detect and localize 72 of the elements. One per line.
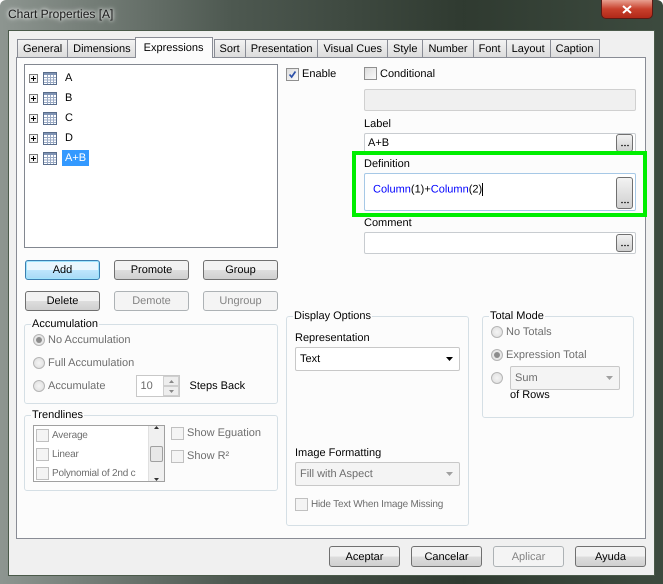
expand-icon[interactable] [29, 134, 38, 142]
tab[interactable]: Dimensions [67, 39, 137, 57]
table-icon [43, 112, 57, 124]
comment-field[interactable] [364, 232, 636, 254]
action-button[interactable]: Add [25, 260, 100, 280]
tab[interactable]: Font [472, 39, 507, 57]
field-label: Comment [364, 217, 413, 230]
table-icon [43, 92, 57, 104]
expand-icon[interactable] [29, 94, 38, 102]
field-label: Image Formatting [295, 447, 382, 459]
suffix-label: of Rows [510, 389, 551, 401]
ellipsis-icon [620, 144, 628, 148]
radio-label: Expression Total [506, 349, 587, 361]
checkbox-label: Show Eguation [187, 427, 261, 439]
close-icon [622, 4, 632, 14]
radio-label: No Totals [506, 326, 552, 338]
field-label: Label [364, 118, 392, 130]
ellipsis-icon [620, 244, 628, 248]
dialog-button[interactable]: Ayuda [575, 546, 646, 567]
tab[interactable]: Expressions [134, 37, 213, 58]
checkbox-label: Show R² [187, 450, 230, 462]
dialog-button[interactable]: Cancelar [411, 546, 482, 567]
field-label: Representation [295, 332, 371, 344]
dropdown-arrow-icon [606, 376, 613, 380]
table-icon [43, 132, 57, 144]
expand-icon[interactable] [29, 74, 38, 82]
window-title: Chart Properties [A] [8, 7, 114, 21]
dropdown-arrow-icon [446, 357, 453, 361]
tab[interactable]: Sort [214, 39, 246, 57]
ellipsis-icon [620, 201, 628, 204]
browse-button[interactable] [616, 234, 633, 252]
expression-item[interactable]: D [62, 130, 76, 146]
representation-dropdown[interactable]: Text [295, 347, 460, 371]
radio-label: Accumulate [48, 380, 106, 392]
expand-icon[interactable] [29, 154, 38, 162]
checkbox[interactable] [286, 68, 299, 80]
expression-item[interactable]: A [62, 70, 76, 86]
dropdown-arrow-icon [446, 472, 453, 476]
tab[interactable]: Layout [506, 39, 551, 57]
action-button[interactable]: Group [203, 260, 278, 280]
close-button[interactable] [601, 0, 653, 19]
action-button[interactable]: Promote [114, 260, 189, 280]
checkbox[interactable] [364, 67, 377, 80]
dialog-button[interactable]: Aceptar [329, 546, 400, 567]
definition-field[interactable]: Column(1)+Column(2) [364, 173, 636, 212]
browse-button[interactable] [616, 134, 633, 152]
tab[interactable]: Style [386, 39, 424, 57]
expand-icon[interactable] [29, 114, 38, 122]
radio-label: Full Accumulation [48, 357, 134, 369]
steps-label: Steps Back [189, 380, 246, 392]
tab[interactable]: Caption [550, 39, 600, 57]
expression-item[interactable]: B [62, 90, 76, 106]
group-title: Display Options [293, 310, 372, 322]
checkbox-label: Enable [302, 68, 336, 80]
checkbox-label: Hide Text When Image Missing [311, 498, 444, 510]
browse-button[interactable] [616, 177, 633, 210]
group-title: Accumulation [31, 318, 100, 330]
tab[interactable]: Number [422, 39, 474, 57]
table-icon [43, 152, 57, 164]
group-title: Trendlines [31, 409, 84, 421]
tab[interactable]: General [17, 39, 68, 57]
checkbox-label: Conditional [380, 68, 436, 80]
expression-item[interactable]: C [62, 110, 76, 126]
action-button[interactable]: Delete [25, 291, 100, 311]
group-title: Total Mode [489, 310, 545, 322]
tab[interactable]: Presentation [244, 39, 318, 57]
tab[interactable]: Visual Cues [317, 39, 388, 57]
field-label: Definition [364, 158, 411, 170]
radio-label: No Accumulation [48, 334, 131, 346]
table-icon [43, 72, 57, 84]
scroll-down-icon[interactable] [154, 478, 159, 481]
scroll-up-icon[interactable] [154, 426, 159, 429]
